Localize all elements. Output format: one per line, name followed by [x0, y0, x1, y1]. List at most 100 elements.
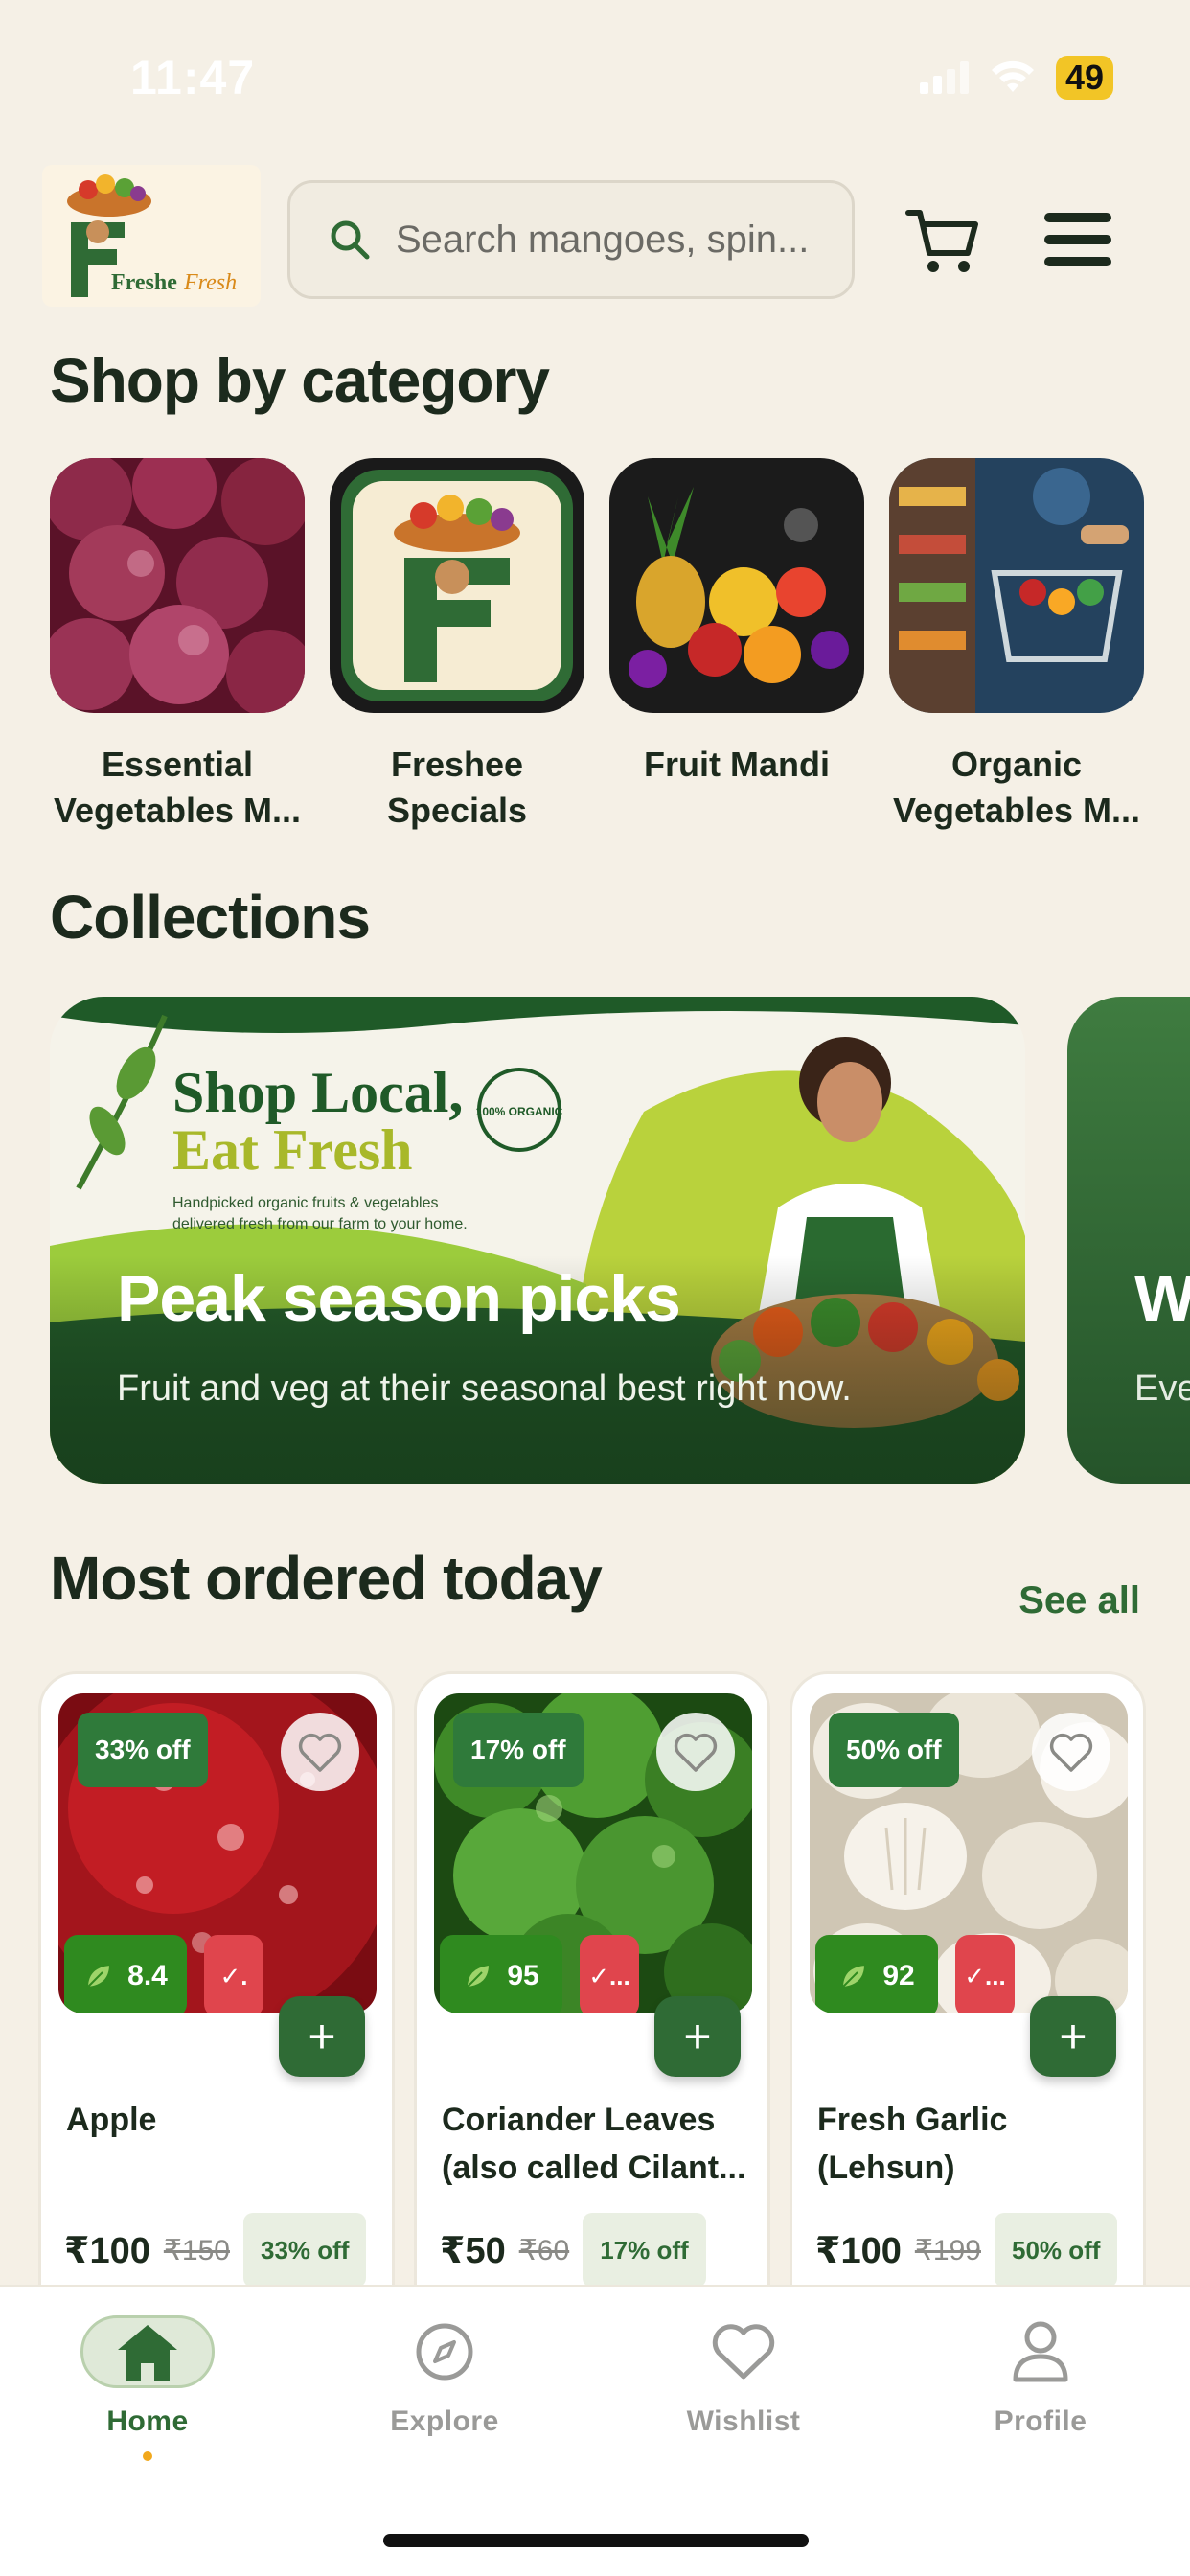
score-value: 95	[507, 1960, 539, 1991]
search-placeholder: Search mangoes, spin...	[396, 218, 810, 261]
product-mrp: ₹60	[518, 2234, 570, 2266]
product-card-garlic[interactable]: 50% off 92 ✓... + Fresh Garlic (Lehsun) …	[790, 1671, 1146, 2342]
banner-headline-1: Shop Local,	[172, 1061, 463, 1124]
heart-icon	[712, 2324, 775, 2380]
add-to-cart-button[interactable]: +	[1030, 1996, 1116, 2077]
discount-badge: 50% off	[829, 1713, 959, 1787]
category-item-fruit-mandi[interactable]: Fruit Mandi	[609, 458, 864, 834]
product-card-coriander[interactable]: 17% off 95 ✓... + Coriander Leaves (also…	[414, 1671, 770, 2342]
product-image-garlic: 50% off 92 ✓...	[810, 1693, 1128, 2013]
wishlist-button[interactable]	[1032, 1713, 1110, 1791]
category-item-freshee-specials[interactable]: Freshee Specials	[330, 458, 584, 834]
discount-badge: 17% off	[453, 1713, 584, 1787]
section-title-categories: Shop by category	[50, 346, 550, 415]
category-image-onions	[50, 458, 305, 713]
svg-text:Freshe: Freshe	[111, 270, 177, 295]
wifi-icon	[991, 60, 1034, 92]
menu-icon-bar	[1044, 235, 1111, 244]
collection-subtitle: Fruit and veg at their seasonal best rig…	[117, 1368, 852, 1409]
user-icon	[1013, 2321, 1068, 2382]
freshness-score-badge: 8.4	[64, 1935, 187, 2013]
nav-item-wishlist[interactable]: Wishlist	[638, 2315, 849, 2438]
product-price: ₹50	[440, 2230, 506, 2271]
banner-tagline-2: delivered fresh from our farm to your ho…	[172, 1216, 468, 1232]
category-list: Essential Vegetables M... Freshee Specia…	[50, 458, 1190, 834]
menu-icon-bar	[1044, 213, 1111, 222]
nav-label: Explore	[390, 2405, 499, 2437]
collections-carousel[interactable]: Shop Local, Eat Fresh Handpicked organic…	[50, 997, 1190, 1485]
category-image-fruits	[609, 458, 864, 713]
collection-subtitle: Eve	[1134, 1368, 1190, 1409]
home-icon	[118, 2325, 177, 2380]
logo-graphic: Freshe Fresh	[67, 174, 237, 297]
add-to-cart-button[interactable]: +	[279, 1996, 365, 2077]
product-price: ₹100	[815, 2230, 902, 2271]
product-image-apple: 33% off 8.4 ✓.	[58, 1693, 377, 2013]
brand-logo[interactable]: Freshe Fresh	[42, 165, 261, 307]
cart-icon	[905, 210, 978, 272]
category-label: Freshee Specials	[386, 745, 528, 830]
banner-headline-2: Eat Fresh	[172, 1118, 413, 1182]
nav-item-profile[interactable]: Profile	[935, 2315, 1146, 2438]
nav-label: Wishlist	[686, 2405, 801, 2437]
banner-artwork: Shop Local, Eat Fresh Handpicked organic…	[50, 997, 1025, 1484]
nav-label: Home	[106, 2405, 189, 2437]
category-label: Fruit Mandi	[644, 745, 830, 784]
cart-button[interactable]	[904, 201, 981, 278]
product-price: ₹100	[64, 2230, 150, 2271]
quality-check-badge: ✓...	[955, 1935, 1015, 2013]
bottom-nav: Home Explore Wishlist Profile	[0, 2285, 1190, 2576]
collection-title: W	[1134, 1262, 1190, 1335]
product-name: Fresh Garlic (Lehsun)	[817, 2102, 1008, 2186]
heart-icon	[1049, 1733, 1093, 1772]
product-name: Coriander Leaves (also called Cilant...	[442, 2102, 746, 2186]
plus-icon: +	[683, 2010, 712, 2063]
home-indicator[interactable]	[383, 2534, 809, 2547]
collection-title: Peak season picks	[117, 1262, 681, 1335]
nav-item-home[interactable]: Home	[42, 2315, 253, 2461]
price-row: ₹50 ₹60 17% off	[440, 2213, 706, 2288]
search-input[interactable]: Search mangoes, spin...	[287, 180, 855, 299]
add-to-cart-button[interactable]: +	[654, 1996, 741, 2077]
signal-icon	[919, 61, 969, 94]
plus-icon: +	[308, 2010, 336, 2063]
nav-label: Profile	[994, 2405, 1087, 2437]
plus-icon: +	[1059, 2010, 1087, 2063]
heart-icon	[298, 1733, 342, 1772]
compass-icon	[416, 2323, 473, 2380]
category-item-essential-vegetables[interactable]: Essential Vegetables M...	[50, 458, 305, 834]
discount-badge: 33% off	[78, 1713, 208, 1787]
menu-icon-bar	[1044, 257, 1111, 266]
see-all-link[interactable]: See all	[1018, 1579, 1140, 1622]
price-row: ₹100 ₹199 50% off	[815, 2213, 1118, 2288]
section-title-most-ordered: Most ordered today	[50, 1544, 603, 1613]
heart-icon	[674, 1733, 718, 1772]
quality-check-badge: ✓...	[580, 1935, 639, 2013]
product-image-coriander: 17% off 95 ✓...	[434, 1693, 752, 2013]
collection-banner-peak-season[interactable]: Shop Local, Eat Fresh Handpicked organic…	[50, 997, 1025, 1484]
nav-item-explore[interactable]: Explore	[339, 2315, 550, 2438]
wishlist-button[interactable]	[281, 1713, 359, 1791]
score-value: 8.4	[127, 1960, 168, 1991]
product-mrp: ₹150	[163, 2234, 230, 2266]
leaf-icon	[466, 1963, 492, 1990]
product-mrp: ₹199	[914, 2234, 981, 2266]
banner-seal: 100% ORGANIC	[476, 1105, 563, 1118]
menu-button[interactable]	[1044, 213, 1111, 266]
category-item-organic-vegetables[interactable]: Organic Vegetables M...	[889, 458, 1144, 834]
leaf-icon	[841, 1963, 867, 1990]
battery-indicator: 49	[1055, 56, 1113, 100]
status-icons: 49	[919, 56, 1113, 100]
product-card-apple[interactable]: 33% off 8.4 ✓. + Apple ₹100 ₹150 33% off	[38, 1671, 395, 2342]
section-title-collections: Collections	[50, 883, 371, 952]
wishlist-button[interactable]	[656, 1713, 735, 1791]
collection-banner-next[interactable]: W Eve	[1067, 997, 1190, 1484]
search-icon	[331, 220, 370, 260]
nav-icon-highlight	[80, 2315, 215, 2388]
category-label: Organic Vegetables M...	[892, 745, 1141, 830]
score-value: 92	[882, 1960, 915, 1991]
product-discount-tag: 17% off	[583, 2213, 706, 2288]
freshness-score-badge: 92	[815, 1935, 938, 2013]
category-label: Essential Vegetables M...	[53, 745, 302, 830]
nav-icon-holder	[676, 2315, 811, 2388]
